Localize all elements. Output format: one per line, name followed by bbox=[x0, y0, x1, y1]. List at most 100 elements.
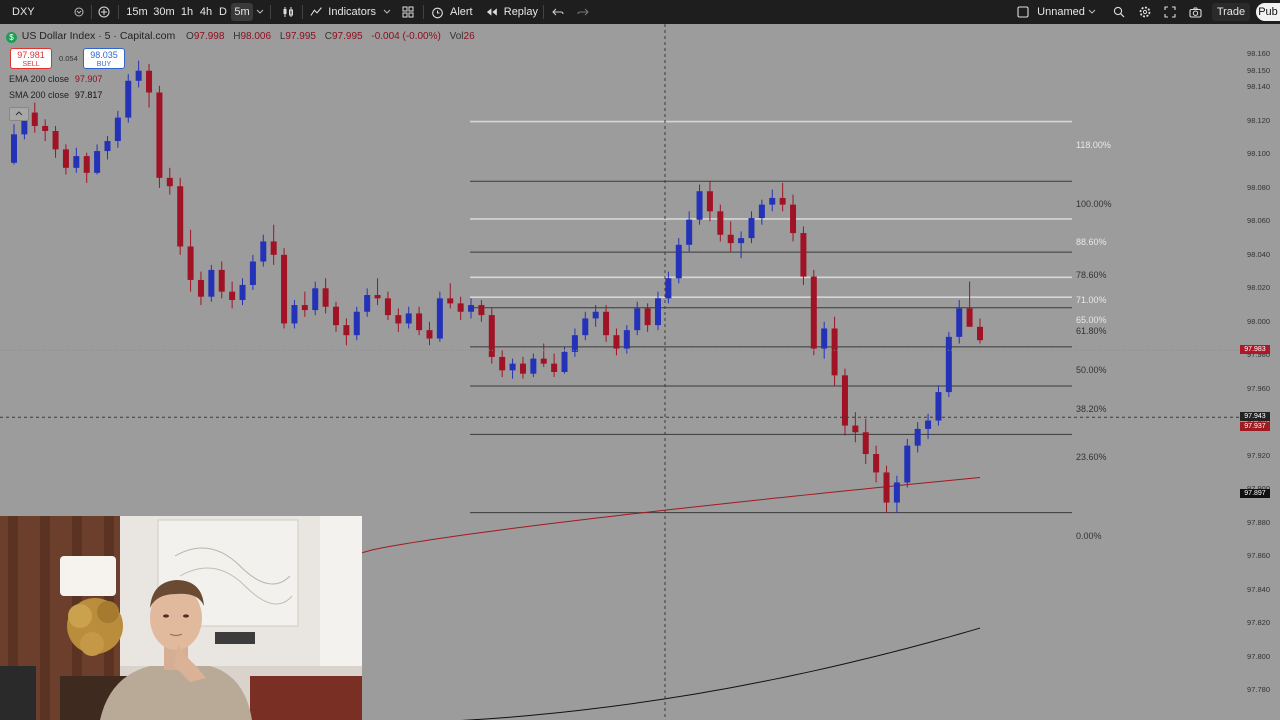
candle-body bbox=[686, 219, 693, 245]
toolbar-divider bbox=[91, 5, 92, 19]
interval-label: 15m bbox=[126, 6, 148, 18]
candle-body bbox=[468, 305, 475, 312]
high-value: 98.006 bbox=[240, 31, 272, 42]
fib-level-label: 71.00% bbox=[1076, 295, 1107, 306]
layout-dropdown-icon[interactable] bbox=[1086, 0, 1098, 24]
redo-icon[interactable] bbox=[575, 0, 591, 24]
indicators-dropdown-icon[interactable] bbox=[382, 0, 392, 24]
buy-label: BUY bbox=[96, 61, 112, 68]
price-axis-tick: 98.150 bbox=[1247, 65, 1270, 75]
candle-body bbox=[977, 326, 983, 341]
camera-icon[interactable] bbox=[1186, 0, 1204, 24]
buy-button[interactable]: 98.035 BUY bbox=[83, 48, 125, 69]
undo-icon[interactable] bbox=[550, 0, 566, 24]
fib-level-label: 78.60% bbox=[1076, 270, 1107, 281]
publish-label: Pub bbox=[1258, 6, 1278, 18]
indicators-button[interactable]: Indicators bbox=[310, 0, 376, 24]
candle-body bbox=[852, 425, 859, 433]
sma-price-tag: 97.897 bbox=[1240, 489, 1270, 499]
settings-gear-icon[interactable] bbox=[1136, 0, 1154, 24]
fib-level-label: 100.00% bbox=[1076, 199, 1112, 210]
layout-name-label: Unnamed bbox=[1037, 6, 1085, 18]
quick-search-icon[interactable] bbox=[1110, 0, 1128, 24]
fib-level-label: 50.00% bbox=[1076, 364, 1107, 375]
candle-body bbox=[634, 308, 641, 331]
trade-label: Trade bbox=[1216, 6, 1246, 18]
sell-button[interactable]: 97.981 SELL bbox=[10, 48, 52, 69]
interval-30m[interactable]: 30m bbox=[151, 0, 177, 24]
layout-checkbox-icon[interactable] bbox=[1016, 0, 1030, 24]
candle-body bbox=[312, 288, 319, 311]
candle-body bbox=[114, 117, 121, 142]
sma-label: SMA 200 close bbox=[9, 90, 70, 100]
candle-body bbox=[571, 335, 578, 352]
change-value: -0.004 (-0.00%) bbox=[371, 31, 441, 42]
ema-legend-row[interactable]: EMA 200 close 97.907 bbox=[9, 74, 102, 85]
candle-body bbox=[281, 254, 288, 324]
candle-body bbox=[73, 156, 80, 168]
candle-body bbox=[696, 191, 703, 220]
trade-button[interactable]: Trade bbox=[1212, 3, 1250, 21]
candle-body bbox=[592, 311, 599, 319]
crosshair-price-tag: 97.943 bbox=[1240, 412, 1270, 422]
volume-value: 26 bbox=[463, 31, 475, 42]
interval-15m[interactable]: 15m bbox=[124, 0, 150, 24]
interval-4h[interactable]: 4h bbox=[197, 0, 215, 24]
candle-style-icon[interactable] bbox=[280, 0, 296, 24]
fib-level-label: 118.00% bbox=[1076, 139, 1111, 150]
toolbar-divider bbox=[543, 5, 544, 19]
chevron-up-icon bbox=[15, 111, 23, 116]
candle-body bbox=[11, 134, 17, 163]
candle-body bbox=[790, 204, 797, 234]
fullscreen-icon[interactable] bbox=[1161, 0, 1179, 24]
candle-body bbox=[42, 125, 49, 131]
alert-label: Alert bbox=[450, 6, 473, 18]
candle-body bbox=[333, 306, 339, 326]
candle-body bbox=[841, 375, 848, 426]
interval-D[interactable]: D bbox=[216, 0, 230, 24]
replay-button[interactable]: Replay bbox=[486, 0, 538, 24]
candle-body bbox=[343, 325, 350, 336]
sell-label: SELL bbox=[22, 61, 40, 68]
interval-1h[interactable]: 1h bbox=[178, 0, 196, 24]
candle-body bbox=[665, 278, 672, 299]
candle-body bbox=[509, 363, 516, 371]
candle-body bbox=[883, 472, 890, 503]
alert-button[interactable]: Alert bbox=[431, 0, 475, 24]
candle-body bbox=[229, 291, 236, 301]
volume-label: Vol bbox=[449, 31, 464, 42]
publish-button[interactable]: Pub bbox=[1256, 3, 1280, 21]
symbol-dropdown-icon[interactable] bbox=[72, 0, 86, 24]
candle-body bbox=[405, 313, 412, 324]
candle-body bbox=[94, 151, 101, 173]
candle-body bbox=[395, 315, 402, 324]
candle-body bbox=[956, 308, 963, 337]
fib-retracement-lines bbox=[470, 120, 1072, 514]
price-axis-tick: 97.960 bbox=[1247, 383, 1270, 393]
price-axis-tick: 98.000 bbox=[1247, 316, 1270, 326]
candle-body bbox=[925, 420, 932, 429]
toolbar-divider bbox=[302, 5, 303, 19]
price-axis-tick: 98.100 bbox=[1247, 149, 1270, 159]
symbol-title-row[interactable]: $ US Dollar Index · 5 · Capital.com O97.… bbox=[6, 30, 481, 43]
collapse-legend-button[interactable] bbox=[9, 107, 29, 121]
interval-5m[interactable]: 5m bbox=[231, 3, 253, 21]
templates-grid-icon[interactable] bbox=[400, 0, 416, 24]
interval-label: D bbox=[219, 6, 227, 18]
sma-value: 97.817 bbox=[74, 90, 103, 100]
candle-body bbox=[104, 141, 111, 152]
candle-body bbox=[582, 318, 589, 336]
candlestick-series bbox=[11, 60, 983, 513]
compare-plus-icon[interactable] bbox=[95, 0, 113, 24]
candle-body bbox=[374, 295, 381, 299]
layout-name-button[interactable]: Unnamed bbox=[1036, 0, 1086, 24]
spread-value: 0.054 bbox=[59, 54, 78, 63]
price-axis-tick: 97.840 bbox=[1247, 584, 1270, 594]
candle-body bbox=[551, 363, 558, 372]
fib-level-label: 23.60% bbox=[1076, 452, 1107, 463]
candle-body bbox=[426, 330, 433, 339]
sma-legend-row[interactable]: SMA 200 close 97.817 bbox=[9, 90, 102, 101]
candle-body bbox=[914, 428, 921, 446]
interval-dropdown-icon[interactable] bbox=[255, 0, 265, 24]
candle-body bbox=[644, 308, 651, 326]
